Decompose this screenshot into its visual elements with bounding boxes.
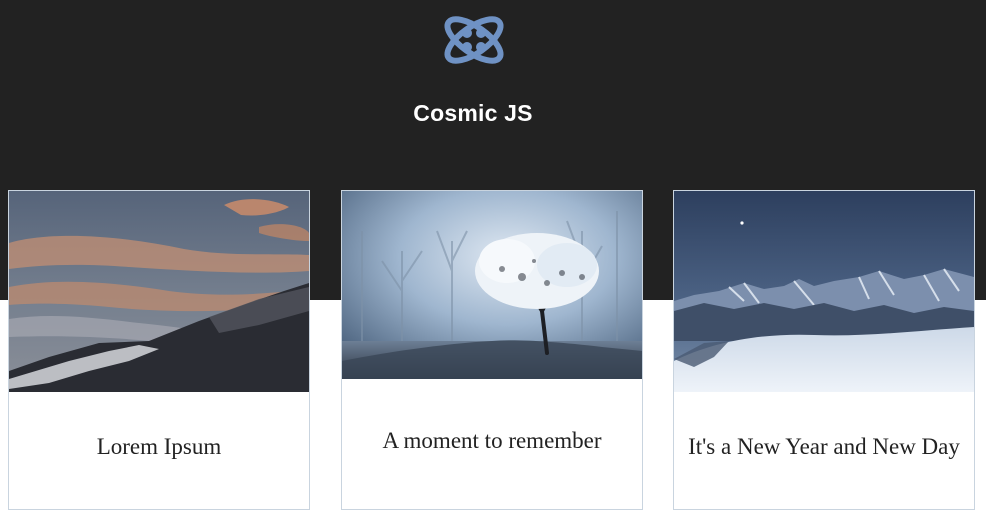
cosmic-atom-logo-icon[interactable]	[438, 6, 510, 74]
card-title[interactable]: A moment to remember	[342, 427, 642, 455]
mountain-sunset-image[interactable]	[9, 191, 309, 392]
brand-title[interactable]: Cosmic JS	[0, 100, 946, 127]
frosted-tree-fog-image[interactable]	[342, 191, 642, 379]
snowy-mountain-range-image[interactable]	[674, 191, 974, 392]
post-card[interactable]: A moment to remember	[341, 190, 643, 510]
card-title[interactable]: It's a New Year and New Day	[674, 433, 974, 461]
post-card[interactable]: Lorem Ipsum	[8, 190, 310, 510]
post-card[interactable]: It's a New Year and New Day	[673, 190, 975, 510]
card-title[interactable]: Lorem Ipsum	[9, 433, 309, 461]
